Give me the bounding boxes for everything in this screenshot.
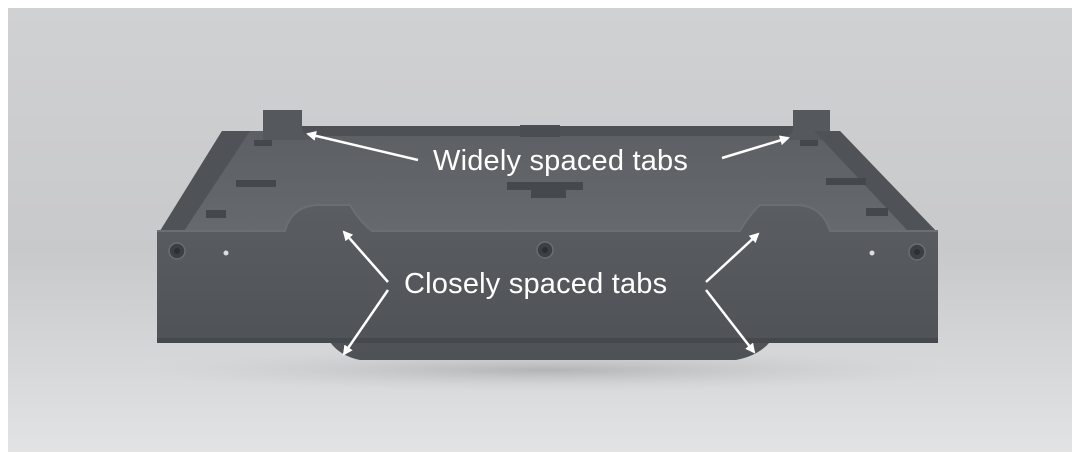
front-bottom-edge bbox=[157, 338, 938, 343]
widely-spaced-tabs-label: Widely spaced tabs bbox=[433, 145, 689, 177]
left-slot-lower bbox=[236, 180, 276, 187]
left-slot-upper bbox=[254, 140, 272, 146]
right-slot-step bbox=[866, 208, 888, 216]
hole-right bbox=[869, 250, 875, 256]
product-photo bbox=[0, 0, 1080, 460]
hole-left bbox=[223, 250, 229, 256]
left-slot-step bbox=[206, 210, 226, 218]
right-slot-upper bbox=[800, 140, 818, 146]
screw-right-center bbox=[914, 249, 920, 255]
back-latch bbox=[520, 125, 560, 137]
screw-center-center bbox=[542, 247, 548, 253]
right-slot-lower bbox=[826, 178, 866, 185]
closely-spaced-tabs-label: Closely spaced tabs bbox=[404, 268, 668, 300]
screw-left-center bbox=[174, 248, 180, 254]
